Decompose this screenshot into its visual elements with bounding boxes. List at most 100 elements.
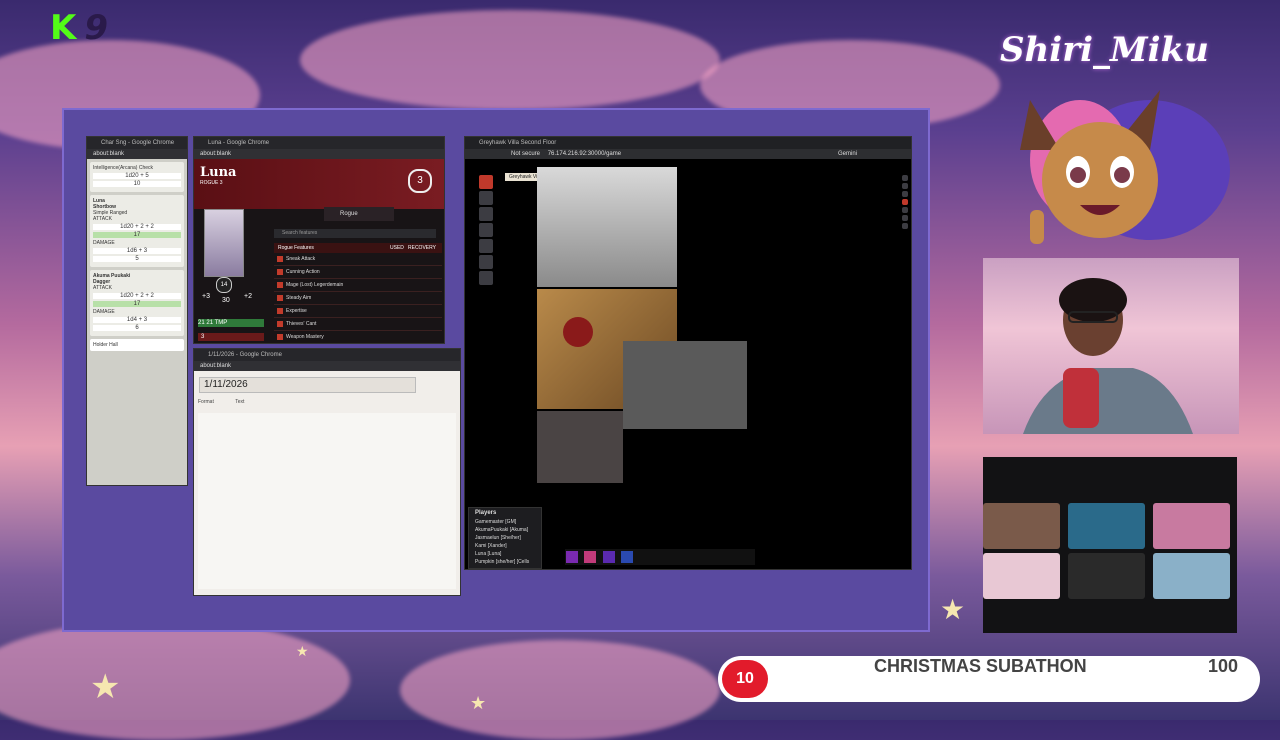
attack-result[interactable]: 17 <box>93 232 181 238</box>
map-room <box>537 411 623 483</box>
combat-icon[interactable] <box>902 183 908 189</box>
address-bar[interactable]: about:blank <box>194 361 460 371</box>
kick-logo: K9 <box>50 8 108 48</box>
kick-letter: K <box>50 8 77 48</box>
feature-row[interactable]: Expertise <box>274 305 442 318</box>
damage-label: DAMAGE <box>93 240 115 246</box>
measure-tool-icon[interactable] <box>479 207 493 221</box>
editor-toolbar: Format Text <box>198 399 456 407</box>
macro-slot[interactable] <box>584 551 597 563</box>
macro-hotbar <box>565 549 755 565</box>
map-room <box>623 341 747 429</box>
attack-formula: 1d20 + 2 + 2 <box>93 293 181 299</box>
tiles-tool-icon[interactable] <box>479 223 493 237</box>
window-title: Char Sng - Google Chrome <box>87 137 187 149</box>
star-icon: ★ <box>940 594 966 625</box>
window-title: 1/11/2026 - Google Chrome <box>194 349 460 361</box>
col-used: USED <box>390 245 404 251</box>
feature-row[interactable]: Weapon Mastery <box>274 331 442 343</box>
hit-dice: 3 <box>198 333 264 341</box>
drawing-tool-icon[interactable] <box>479 239 493 253</box>
roll-log-window: Char Sng - Google Chrome about:blank Int… <box>86 136 188 486</box>
journal-icon[interactable] <box>902 207 908 213</box>
character-class: ROGUE 3 <box>200 180 223 186</box>
feature-row[interactable]: Steady Aim <box>274 292 442 305</box>
subathon-title: CHRISTMAS SUBATHON <box>874 656 1087 676</box>
note-heading[interactable]: 1/11/2026 <box>199 377 416 393</box>
attack-label: ATTACK <box>93 216 112 222</box>
portrait-level: 14 <box>216 277 232 293</box>
subathon-goal: 100 <box>1207 656 1238 676</box>
background-cloud <box>300 10 720 110</box>
players-list: Players Gamemaster [GM] AkumaPuukaki [Ak… <box>468 507 542 569</box>
mascot-illustration <box>1000 80 1230 250</box>
gemini-button[interactable]: Gemini <box>838 149 857 159</box>
macro-slot[interactable] <box>566 551 578 563</box>
map-token[interactable] <box>563 317 593 347</box>
guest-avatar <box>983 553 1060 599</box>
attack-label: ATTACK <box>93 285 112 291</box>
hp-bar[interactable]: 21 21 TMP <box>198 319 264 327</box>
hp-max: 21 <box>206 320 214 326</box>
character-portrait[interactable] <box>204 209 244 277</box>
scene-select[interactable]: Holder Hall <box>90 339 184 351</box>
character-sheet-window: Luna - Google Chrome about:blank Luna RO… <box>193 136 445 344</box>
player-entry: Gamemaster [GM] <box>475 519 517 525</box>
text-dropdown[interactable]: Text <box>235 399 244 405</box>
streamer-silhouette <box>1023 278 1193 434</box>
feature-row[interactable]: Mage (Lost) Legerdemain <box>274 279 442 292</box>
macro-slot[interactable] <box>621 551 634 563</box>
address-bar[interactable]: about:blank <box>194 149 444 159</box>
level-badge: 3 <box>408 169 432 193</box>
damage-formula: 1d6 + 3 <box>93 248 181 254</box>
features-panel: Rogue Features USED RECOVERY Sneak Attac… <box>274 243 442 343</box>
equipped-item[interactable]: Rogue <box>324 207 394 221</box>
feature-search[interactable]: Search features <box>274 229 436 238</box>
damage-result[interactable]: 6 <box>93 325 181 331</box>
players-title[interactable]: Players <box>469 508 541 518</box>
lighting-tool-icon[interactable] <box>479 271 493 285</box>
editor-body[interactable] <box>198 413 456 589</box>
actors-icon[interactable] <box>902 191 908 197</box>
items-icon[interactable] <box>902 199 908 205</box>
guest-avatar <box>1153 503 1230 549</box>
scene-toolbar <box>471 173 501 287</box>
features-title: Rogue Features <box>278 245 314 251</box>
token-tool-icon[interactable] <box>479 175 493 189</box>
damage-result[interactable]: 5 <box>93 256 181 262</box>
address-bar[interactable]: Not secure 76.174.216.92:30000/game Gemi… <box>465 149 911 159</box>
subathon-current: 10 <box>722 660 768 698</box>
hp-current: 21 <box>198 320 205 326</box>
feature-row[interactable]: Thieves' Cant <box>274 318 442 331</box>
stat-mid: 30 <box>222 297 230 304</box>
vtt-browser-window: Greyhawk Villa Second Floor Not secure 7… <box>464 136 912 570</box>
feature-row[interactable]: Sneak Attack <box>274 253 442 266</box>
walls-tool-icon[interactable] <box>479 255 493 269</box>
col-recovery: RECOVERY <box>408 245 436 251</box>
damage-formula: 1d4 + 3 <box>93 317 181 323</box>
url-text: 76.174.216.92:30000/game <box>547 151 622 157</box>
player-entry: Jasmaelun [She/her] <box>475 535 521 541</box>
roll-result: 10 <box>93 181 181 187</box>
tab-title[interactable]: Greyhawk Villa Second Floor <box>465 137 911 149</box>
macro-slot[interactable] <box>602 551 615 563</box>
notes-window: 1/11/2026 - Google Chrome about:blank 1/… <box>193 348 461 596</box>
guest-avatar <box>1068 553 1145 599</box>
feature-row[interactable]: Cunning Action <box>274 266 442 279</box>
address-bar[interactable]: about:blank <box>87 149 187 159</box>
playlists-icon[interactable] <box>902 215 908 221</box>
features-header: Rogue Features USED RECOVERY <box>274 243 442 253</box>
chat-icon[interactable] <box>902 175 908 181</box>
stat-left: +3 <box>202 293 210 300</box>
character-header: Luna ROGUE 3 3 <box>194 159 444 209</box>
map-canvas[interactable] <box>533 167 753 485</box>
attack-formula: 1d20 + 2 + 2 <box>93 224 181 230</box>
character-name: Luna <box>200 165 237 180</box>
format-dropdown[interactable]: Format <box>198 399 214 405</box>
guest-cams-window <box>983 457 1237 633</box>
select-tool-icon[interactable] <box>479 191 493 205</box>
brand-name: Shiri_Miku <box>1000 30 1209 70</box>
player-entry: AkumaPuukaki [Akuma] <box>475 527 529 533</box>
attack-result[interactable]: 17 <box>93 301 181 307</box>
settings-icon[interactable] <box>902 223 908 229</box>
